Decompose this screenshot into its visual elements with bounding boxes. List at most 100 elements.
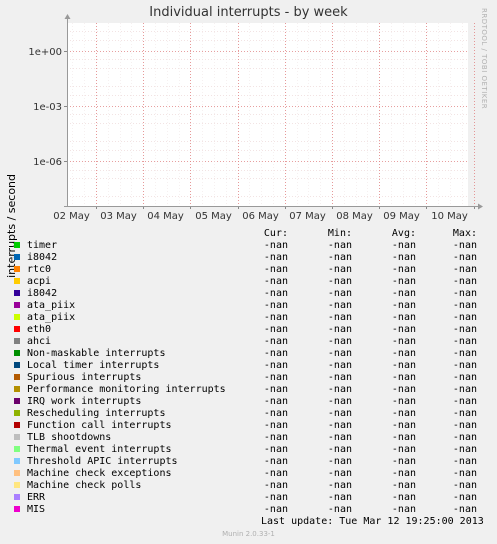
legend-min-value: -nan [327, 396, 352, 407]
legend-max-value: -nan [452, 276, 477, 287]
legend-min-value: -nan [327, 324, 352, 335]
legend-max-value: -nan [452, 480, 477, 491]
legend-min-value: -nan [327, 252, 352, 263]
legend-swatch [14, 254, 20, 260]
x-tick-label: 05 May [195, 211, 232, 222]
legend-label: timer [27, 240, 58, 251]
legend-max-value: -nan [452, 264, 477, 275]
legend-min-value: -nan [327, 468, 352, 479]
legend-min-value: -nan [327, 420, 352, 431]
legend-label: rtc0 [27, 264, 52, 275]
x-axis-arrow [478, 203, 483, 210]
legend-max-value: -nan [452, 456, 477, 467]
legend-cur-value: -nan [263, 348, 288, 359]
legend-swatch [14, 482, 20, 488]
legend-min-value: -nan [327, 288, 352, 299]
legend-avg-value: -nan [391, 408, 416, 419]
legend-label: eth0 [27, 324, 52, 335]
legend-avg-value: -nan [391, 300, 416, 311]
legend-swatch [14, 506, 20, 512]
legend-row: IRQ work interrupts -nan -nan -nan -nan [12, 396, 492, 408]
legend-cur-value: -nan [263, 300, 288, 311]
legend-min-value: -nan [327, 372, 352, 383]
legend-min-value: -nan [327, 264, 352, 275]
legend-label: Rescheduling interrupts [27, 408, 166, 419]
header-max: Max: [452, 228, 477, 239]
legend-avg-value: -nan [391, 468, 416, 479]
legend-cur-value: -nan [263, 372, 288, 383]
legend-min-value: -nan [327, 456, 352, 467]
legend-swatch [14, 434, 20, 440]
legend-max-value: -nan [452, 408, 477, 419]
legend-cur-value: -nan [263, 408, 288, 419]
legend-cur-value: -nan [263, 504, 288, 515]
legend-swatch [14, 374, 20, 380]
legend-row: Function call interrupts -nan -nan -nan -nan [12, 420, 492, 432]
legend-min-value: -nan [327, 444, 352, 455]
x-tick-label: 03 May [100, 211, 137, 222]
legend-label: MIS [27, 504, 46, 515]
legend-max-value: -nan [452, 300, 477, 311]
legend-swatch [14, 446, 20, 452]
legend-cur-value: -nan [263, 312, 288, 323]
legend-min-value: -nan [327, 408, 352, 419]
y-tick-label: 1e+00 [28, 47, 62, 58]
legend-label: acpi [27, 276, 52, 287]
legend-cur-value: -nan [263, 324, 288, 335]
legend-avg-value: -nan [391, 348, 416, 359]
legend-row: ERR -nan -nan -nan -nan [12, 492, 492, 504]
legend-avg-value: -nan [391, 240, 416, 251]
legend-avg-value: -nan [391, 504, 416, 515]
legend-label: ahci [27, 336, 52, 347]
legend-row: MIS -nan -nan -nan -nan [12, 504, 492, 516]
legend-min-value: -nan [327, 360, 352, 371]
legend-max-value: -nan [452, 420, 477, 431]
legend-max-value: -nan [452, 372, 477, 383]
legend-swatch [14, 326, 20, 332]
legend-cur-value: -nan [263, 396, 288, 407]
legend-label: ERR [27, 492, 46, 503]
legend-swatch [14, 422, 20, 428]
x-tick-label: 08 May [336, 211, 373, 222]
legend-max-value: -nan [452, 312, 477, 323]
legend-swatch [14, 350, 20, 356]
last-update: Last update: Tue Mar 12 19:25:00 2013 [261, 516, 484, 527]
legend-avg-value: -nan [391, 432, 416, 443]
legend-swatch [14, 398, 20, 404]
legend-row: ahci -nan -nan -nan -nan [12, 336, 492, 348]
legend-swatch [14, 458, 20, 464]
legend-cur-value: -nan [263, 240, 288, 251]
legend-avg-value: -nan [391, 324, 416, 335]
legend-avg-value: -nan [391, 420, 416, 431]
legend-swatch [14, 290, 20, 296]
legend-swatch [14, 470, 20, 476]
legend-swatch [14, 314, 20, 320]
legend-min-value: -nan [327, 480, 352, 491]
legend-max-value: -nan [452, 324, 477, 335]
legend-max-value: -nan [452, 288, 477, 299]
legend-min-value: -nan [327, 504, 352, 515]
legend-max-value: -nan [452, 384, 477, 395]
legend-cur-value: -nan [263, 480, 288, 491]
legend-label: ata_piix [27, 312, 76, 323]
legend-header-row: Cur: Min: Avg: Max: [12, 228, 492, 240]
legend-avg-value: -nan [391, 456, 416, 467]
legend-row: ata_piix -nan -nan -nan -nan [12, 300, 492, 312]
legend-min-value: -nan [327, 336, 352, 347]
legend-max-value: -nan [452, 504, 477, 515]
legend-avg-value: -nan [391, 336, 416, 347]
legend-cur-value: -nan [263, 276, 288, 287]
legend-label: i8042 [27, 252, 58, 263]
legend-cur-value: -nan [263, 432, 288, 443]
legend-swatch [14, 362, 20, 368]
legend-label: Spurious interrupts [27, 372, 142, 383]
legend-max-value: -nan [452, 360, 477, 371]
legend-min-value: -nan [327, 312, 352, 323]
legend-row: i8042 -nan -nan -nan -nan [12, 252, 492, 264]
legend-max-value: -nan [452, 396, 477, 407]
legend-label: Function call interrupts [27, 420, 172, 431]
legend-max-value: -nan [452, 240, 477, 251]
legend-row: i8042 -nan -nan -nan -nan [12, 288, 492, 300]
legend-avg-value: -nan [391, 396, 416, 407]
legend-row: TLB shootdowns -nan -nan -nan -nan [12, 432, 492, 444]
